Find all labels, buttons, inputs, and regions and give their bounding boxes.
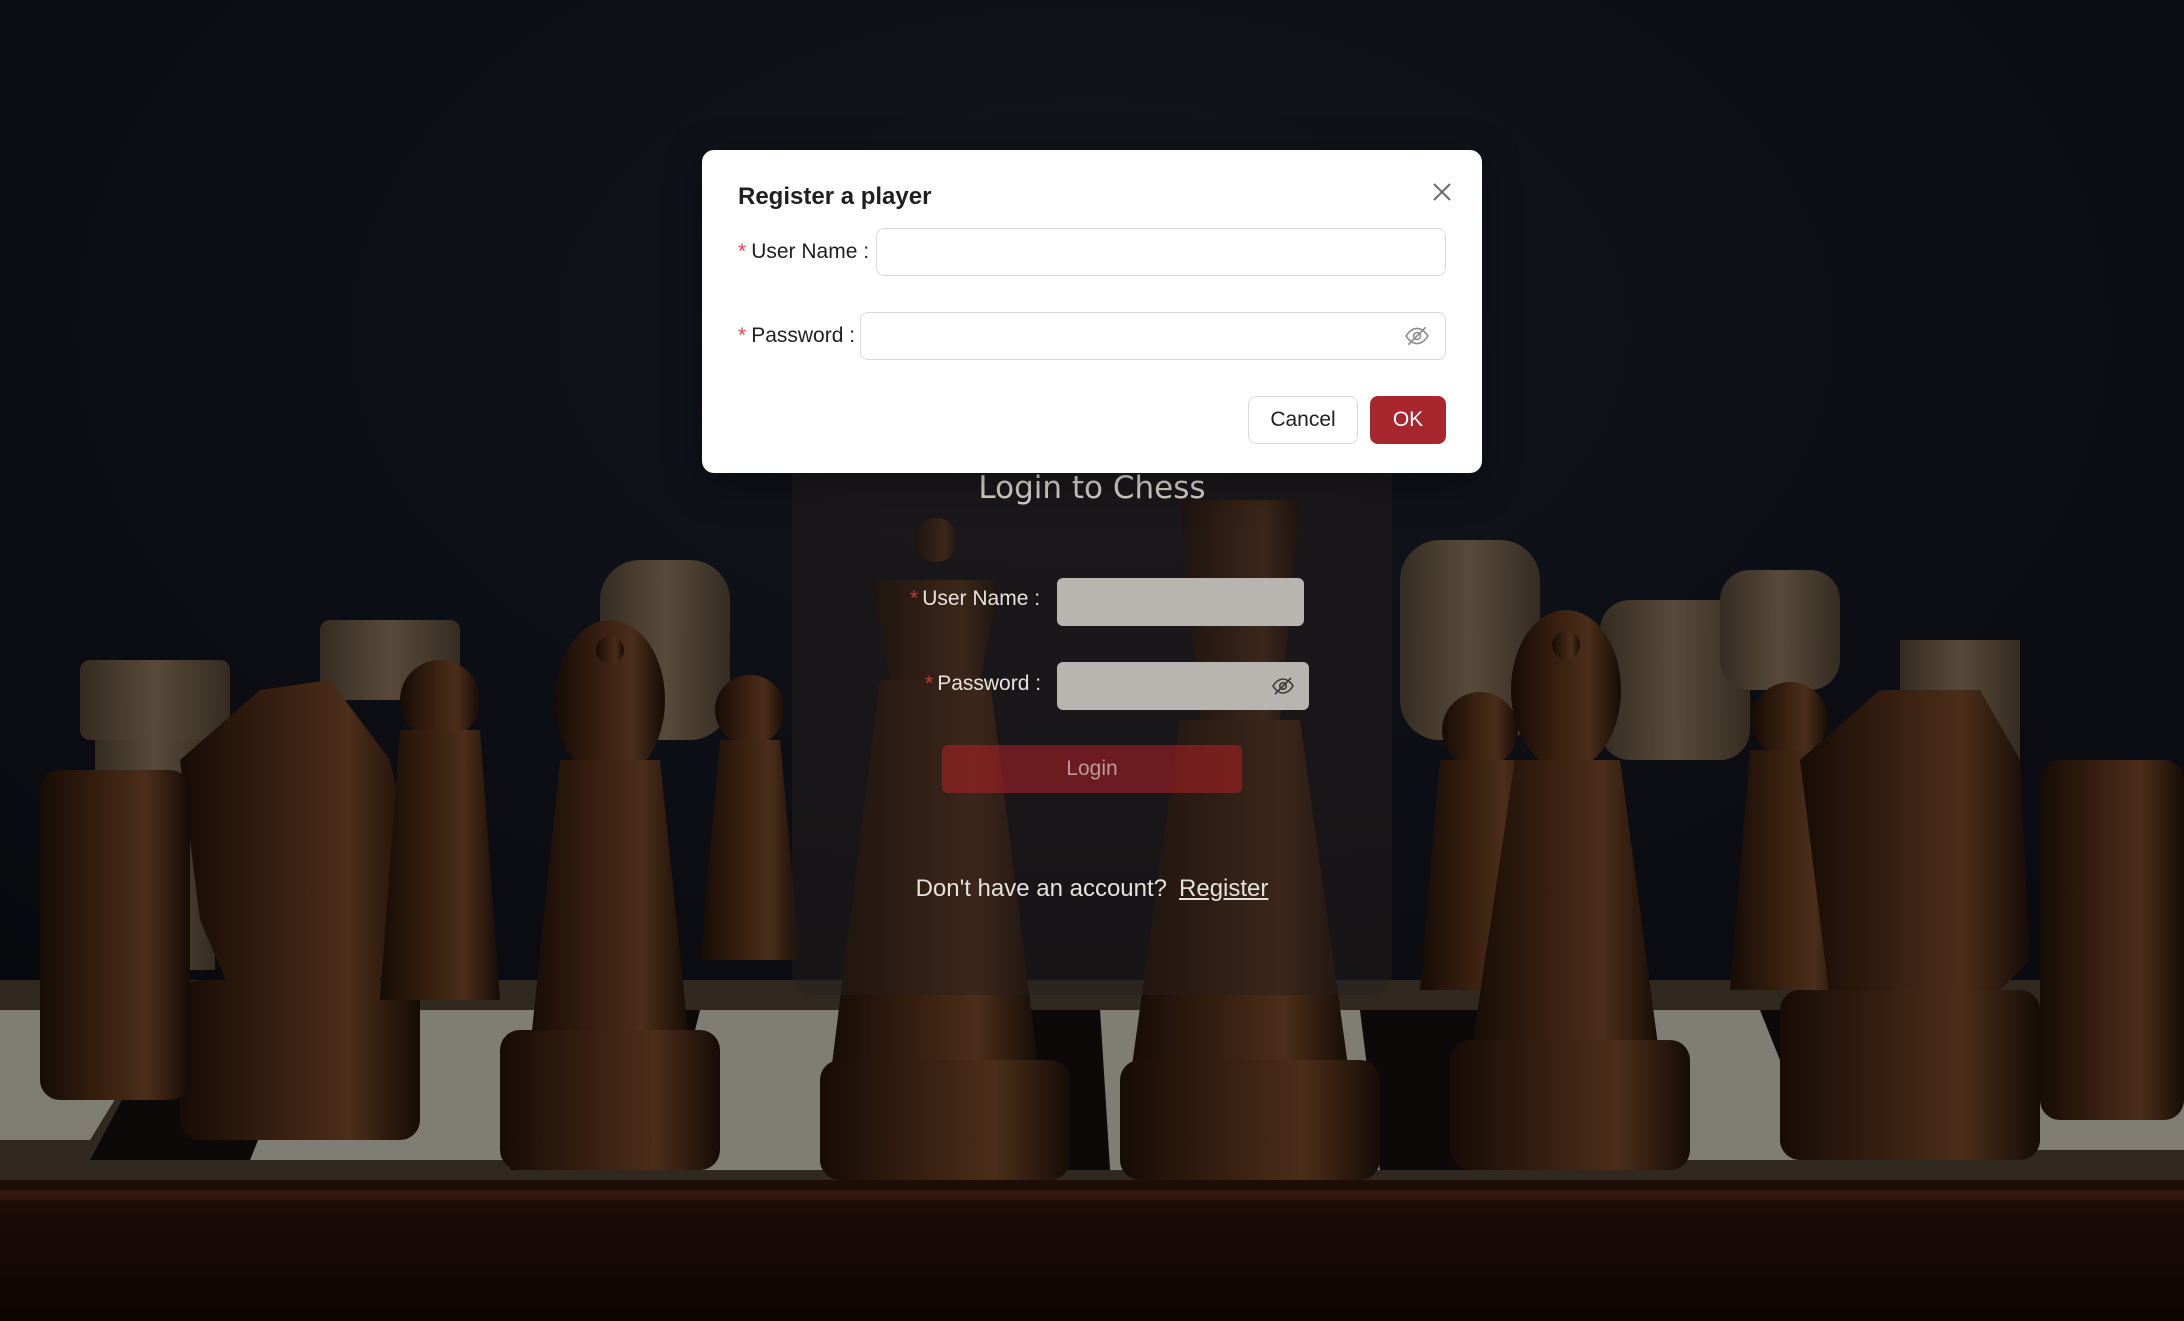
login-password-label: * Password : xyxy=(925,672,1042,695)
ok-button[interactable]: OK xyxy=(1370,396,1446,444)
register-link[interactable]: Register xyxy=(1179,875,1268,902)
login-button[interactable]: Login xyxy=(942,745,1242,793)
required-mark: * xyxy=(925,672,934,695)
required-mark: * xyxy=(738,240,747,263)
close-icon[interactable] xyxy=(1426,176,1458,208)
login-card: Login to Chess * User Name : * Password : … xyxy=(792,450,1392,995)
eye-invisible-icon[interactable] xyxy=(1404,323,1430,349)
login-footer: Don't have an account? Register xyxy=(792,875,1392,903)
app-root: Login to Chess * User Name : * Password : … xyxy=(0,0,2184,1321)
login-password-input[interactable] xyxy=(1057,662,1309,710)
login-username-label: * User Name : xyxy=(910,587,1041,610)
login-username-input[interactable] xyxy=(1057,578,1304,626)
cancel-button[interactable]: Cancel xyxy=(1248,396,1358,444)
password-input[interactable] xyxy=(860,312,1446,360)
login-title: Login to Chess xyxy=(978,470,1206,506)
username-input[interactable] xyxy=(876,228,1446,276)
username-label: * User Name : xyxy=(738,240,870,263)
register-modal: Register a player * User Name : * Password… xyxy=(702,150,1482,473)
required-mark: * xyxy=(910,587,919,610)
eye-invisible-icon[interactable] xyxy=(1271,674,1295,698)
password-label: * Password : xyxy=(738,324,856,347)
required-mark: * xyxy=(738,324,747,347)
modal-title: Register a player xyxy=(738,183,932,210)
no-account-text: Don't have an account? xyxy=(915,875,1168,902)
